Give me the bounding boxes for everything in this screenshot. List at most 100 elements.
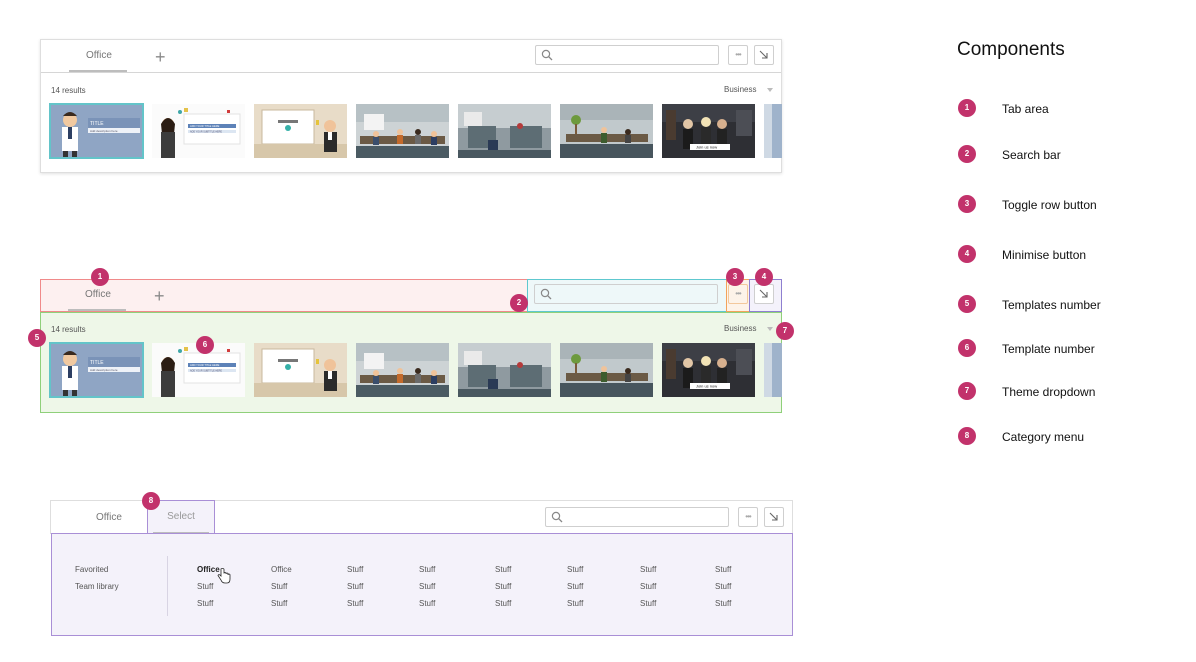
category-item[interactable]: Stuff [640,599,656,608]
legend-label: Tab area [1002,102,1049,116]
template-thumbnail[interactable] [254,104,347,158]
category-item[interactable]: Stuff [419,582,435,591]
toggle-row-button[interactable]: ••• [738,507,758,527]
badge-theme-dropdown: 7 [776,322,794,340]
template-thumbnail[interactable]: Join us now [662,104,755,158]
theme-dropdown-caret-icon[interactable] [767,327,773,331]
legend-badge: 7 [958,382,976,400]
minimise-arrow-icon [769,512,778,521]
search-input[interactable] [534,284,718,304]
theme-dropdown[interactable]: Business [724,324,756,333]
category-menu: Favorited Team library Office Stuff Stuff O… [51,533,793,636]
tab-office-underline [68,309,126,311]
template-panel-default: Office + ••• 14 results Business TITLE A… [40,39,782,173]
badge-tab-area: 1 [91,268,109,286]
legend-badge: 3 [958,195,976,213]
svg-text:ADD YOUR SUBTITLE HERE: ADD YOUR SUBTITLE HERE [190,370,222,373]
template-thumbnail[interactable]: TITLE Add description here [49,342,144,398]
template-thumbnail-partial[interactable] [764,343,782,397]
results-count: 14 results [51,86,86,95]
minimise-arrow-icon [759,289,768,298]
svg-text:Add description here: Add description here [90,129,118,133]
legend-badge: 6 [958,339,976,357]
svg-text:TITLE: TITLE [90,121,104,127]
svg-text:TITLE: TITLE [90,360,104,366]
template-thumbnail[interactable]: TITLE Add description here [49,103,144,159]
toggle-row-button[interactable]: ••• [728,284,748,304]
badge-category-menu: 8 [142,492,160,510]
legend-badge: 1 [958,99,976,117]
template-thumbnail[interactable] [458,104,551,158]
category-item[interactable]: Stuff [567,582,583,591]
search-icon [541,49,553,61]
svg-text:Add description here: Add description here [90,368,118,372]
template-thumbnail[interactable] [560,343,653,397]
category-item[interactable]: Stuff [715,599,731,608]
legend-label: Theme dropdown [1002,385,1096,399]
theme-dropdown[interactable]: Business [724,85,756,94]
minimise-arrow-icon [759,50,768,59]
category-item[interactable]: Stuff [715,582,731,591]
tab-office[interactable]: Office [68,289,128,300]
search-icon [551,511,563,523]
tab-office[interactable]: Office [79,512,139,523]
legend-label: Category menu [1002,430,1085,444]
toggle-row-button[interactable]: ••• [728,45,748,65]
tab-office[interactable]: Office [69,50,129,61]
badge-templates-number: 5 [28,329,46,347]
template-thumbnail-partial[interactable] [764,104,782,158]
badge-toggle-row: 3 [726,268,744,286]
minimise-button[interactable] [764,507,784,527]
template-thumbnail[interactable]: ADD YOUR TITLE HERE ADD YOUR SUBTITLE HE… [152,104,245,158]
category-item[interactable]: Stuff [419,599,435,608]
search-input[interactable] [535,45,719,65]
template-thumbnail[interactable] [356,104,449,158]
svg-text:Join us now: Join us now [696,384,717,389]
minimise-button[interactable] [754,284,774,304]
category-item[interactable]: Stuff [495,565,511,574]
badge-template-number: 6 [196,336,214,354]
category-item[interactable]: Office [271,565,292,574]
legend-badge: 2 [958,145,976,163]
tab-office-underline [69,70,127,72]
category-item[interactable]: Stuff [640,565,656,574]
legend-label: Template number [1002,342,1095,356]
add-tab-icon[interactable]: + [154,287,165,305]
legend-badge: 5 [958,295,976,313]
category-item[interactable]: Stuff [419,565,435,574]
category-item[interactable]: Stuff [567,599,583,608]
search-input[interactable] [545,507,729,527]
results-count: 14 results [51,325,86,334]
legend-label: Templates number [1002,298,1101,312]
category-item[interactable]: Stuff [567,565,583,574]
category-item[interactable]: Stuff [347,565,363,574]
theme-dropdown-caret-icon[interactable] [767,88,773,92]
legend-badge: 4 [958,245,976,263]
legend-badge: 8 [958,427,976,445]
template-thumbnail[interactable] [356,343,449,397]
add-tab-icon[interactable]: + [155,48,166,66]
category-item[interactable]: Stuff [347,599,363,608]
template-thumbnail[interactable] [560,104,653,158]
template-thumbnail[interactable] [458,343,551,397]
svg-text:ADD YOUR TITLE HERE: ADD YOUR TITLE HERE [190,363,220,367]
template-panel-annotated: Office + ••• 14 results Business TITLE A… [28,268,794,413]
category-item[interactable]: Stuff [715,565,731,574]
category-grid: Office Stuff Stuff Office Stuff Stuff Stuff Stu… [52,534,792,635]
legend-label: Minimise button [1002,248,1087,262]
category-item[interactable]: Stuff [640,582,656,591]
template-thumbnail[interactable]: Join us now [662,343,755,397]
minimise-button[interactable] [754,45,774,65]
legend-label: Toggle row button [1002,198,1097,212]
category-item[interactable]: Stuff [347,582,363,591]
svg-text:ADD YOUR TITLE HERE: ADD YOUR TITLE HERE [190,124,220,128]
hand-cursor-icon [217,568,231,584]
category-item[interactable]: Stuff [197,582,213,591]
category-item[interactable]: Stuff [495,582,511,591]
template-thumbnail[interactable] [254,343,347,397]
category-item[interactable]: Stuff [197,599,213,608]
category-item[interactable]: Stuff [495,599,511,608]
category-item[interactable]: Stuff [271,582,287,591]
category-item[interactable]: Stuff [271,599,287,608]
search-icon [540,288,552,300]
